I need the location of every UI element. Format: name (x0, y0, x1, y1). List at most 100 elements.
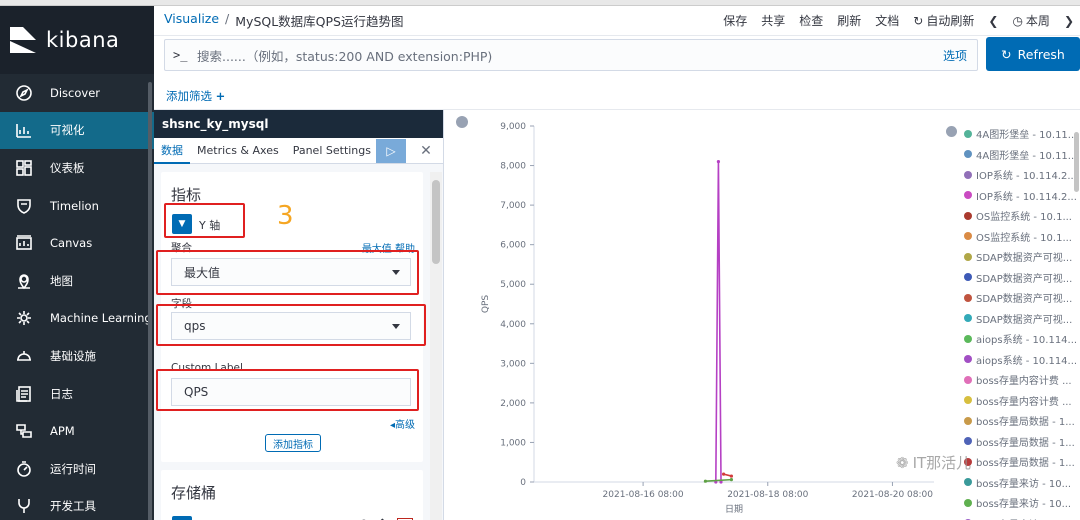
tab-metrics-axes[interactable]: Metrics & Axes (190, 138, 286, 164)
refresh-icon: ↻ (913, 14, 924, 28)
legend-item[interactable]: SDAP数据资产可视... (964, 270, 1080, 285)
advanced-label: 高级 (395, 420, 415, 431)
legend-item[interactable]: boss存量来访 - 10... (964, 475, 1080, 490)
auto-refresh-button[interactable]: ↻ 自动刷新 (913, 12, 974, 29)
legend-item[interactable]: SDAP数据资产可视... (964, 311, 1080, 326)
legend-item[interactable]: 4A图形堡垒 - 10.11... (964, 147, 1080, 162)
sidebar-item-map[interactable]: 地图 (0, 262, 154, 300)
refresh-button[interactable]: ↻ Refresh (986, 37, 1080, 71)
share-button[interactable]: 共享 (761, 12, 785, 29)
legend-item[interactable]: SDAP数据资产可视... (964, 249, 1080, 264)
legend-item[interactable]: boss存量局数据 - 1... (964, 454, 1080, 469)
add-filter-link[interactable]: 添加筛选 + (166, 88, 225, 104)
filter-bar: 添加筛选 + (154, 76, 1080, 110)
legend-item[interactable]: boss存量局数据 - 1... (964, 434, 1080, 449)
legend-item[interactable]: aiops系统 - 10.114... (964, 331, 1080, 346)
legend-label: aiops系统 - 10.114... (976, 355, 1078, 367)
legend-label: boss存量来访 - 10... (976, 516, 1071, 520)
sidebar-scrollbar[interactable] (148, 82, 152, 520)
sidebar-item-devtools[interactable]: 开发工具 (0, 488, 154, 520)
y-tick-label: 0 (520, 478, 526, 488)
kibana-logo-icon (10, 27, 36, 53)
advanced-link[interactable]: ◂高级 (390, 416, 415, 431)
query-options-link[interactable]: 选项 (943, 47, 977, 64)
time-prev-icon[interactable]: ❮ (988, 14, 998, 28)
legend-label: IOP系统 - 10.114.2... (976, 171, 1077, 182)
legend-label: boss存量局数据 - 1... (976, 458, 1075, 469)
legend-item[interactable]: boss存量来访 - 10... (964, 495, 1080, 510)
data-point (716, 160, 721, 164)
search-input[interactable]: >_ 搜索......（例如，status:200 AND extension:… (164, 39, 978, 71)
legend-toggle-icon[interactable] (946, 126, 957, 137)
legend-item[interactable]: OS监控系统 - 10.1... (964, 229, 1080, 244)
discard-changes-button[interactable]: ✕ (416, 141, 436, 161)
tab-data[interactable]: 数据 (154, 138, 190, 164)
apply-changes-button[interactable]: ▷ (376, 139, 406, 163)
legend-item[interactable]: boss存量局数据 - 1... (964, 413, 1080, 428)
sidebar-item-dashboard[interactable]: 仪表板 (0, 149, 154, 187)
dashboard-icon (14, 158, 34, 178)
legend-label: boss存量内容计费 ... (976, 376, 1072, 387)
watermark: ❁ IT那活儿 (896, 452, 971, 473)
save-button[interactable]: 保存 (723, 12, 747, 29)
add-metric-button[interactable]: 添加指标 (265, 434, 321, 452)
legend-item[interactable]: 4A图形堡垒 - 10.11... (964, 126, 1080, 141)
time-picker[interactable]: ◷ 本周 (1012, 12, 1050, 29)
query-bar: >_ 搜索......（例如，status:200 AND extension:… (154, 36, 1080, 76)
legend-item[interactable]: OS监控系统 - 10.1... (964, 208, 1080, 223)
data-point (729, 478, 734, 482)
sidebar-item-ml[interactable]: Machine Learning (0, 300, 154, 338)
refresh-menu-button[interactable]: 刷新 (837, 12, 861, 29)
watermark-text: IT那活儿 (912, 454, 972, 472)
apm-icon (14, 421, 34, 441)
sidebar-item-visualize[interactable]: 可视化 (0, 111, 154, 150)
inspect-button[interactable]: 检查 (799, 12, 823, 29)
legend-label: boss存量来访 - 10... (976, 478, 1072, 490)
legend-color-dot (964, 437, 972, 445)
sidebar-item-uptime[interactable]: 运行时间 (0, 450, 154, 488)
editor-tabs: 数据 Metrics & Axes Panel Settings ▷ ✕ (154, 138, 443, 164)
legend-color-dot (964, 150, 972, 158)
sidebar-item-logs[interactable]: 日志 (0, 375, 154, 413)
x-axis-title: 日期 (725, 504, 743, 515)
sidebar-item-label: 基础设施 (50, 348, 96, 363)
sidebar-item-canvas[interactable]: Canvas (0, 224, 154, 262)
legend-label: SDAP数据资产可视... (976, 273, 1073, 285)
data-point (729, 474, 734, 478)
legend-item[interactable]: boss存量来访 - 10... (964, 516, 1080, 520)
metrics-title: 指标 (171, 186, 202, 204)
legend-color-dot (964, 170, 972, 179)
legend-color-dot (964, 211, 972, 220)
infra-icon (14, 346, 34, 366)
breadcrumb-visualize-link[interactable]: Visualize (164, 11, 219, 30)
y-tick-label: 6,000 (500, 241, 526, 251)
sidebar-item-label: APM (50, 424, 75, 439)
legend-item[interactable]: aiops系统 - 10.114... (964, 352, 1080, 367)
kibana-logo[interactable]: kibana (0, 6, 154, 74)
time-next-icon[interactable]: ❯ (1064, 14, 1074, 28)
wechat-icon: ❁ (896, 453, 909, 472)
editor-scrollbar-thumb[interactable] (432, 180, 440, 264)
bucket-toggle[interactable] (172, 516, 192, 520)
sidebar-item-infra[interactable]: 基础设施 (0, 337, 154, 375)
sidebar-item-timelion[interactable]: Timelion (0, 187, 154, 225)
docs-button[interactable]: 文档 (875, 12, 899, 29)
sidebar-item-apm[interactable]: APM (0, 412, 154, 450)
y-tick-label: 2,000 (500, 399, 526, 409)
sidebar-item-label: 运行时间 (50, 461, 96, 476)
legend-label: 4A图形堡垒 - 10.11... (976, 130, 1078, 141)
legend-item[interactable]: IOP系统 - 10.114.2... (964, 167, 1080, 182)
tab-panel-settings[interactable]: Panel Settings (286, 138, 378, 164)
legend-item[interactable]: boss存量内容计费 ... (964, 393, 1080, 408)
buckets-title: 存储桶 (171, 484, 217, 502)
legend-item[interactable]: boss存量内容计费 ... (964, 372, 1080, 387)
legend-color-dot (964, 416, 972, 425)
sidebar-item-label: Machine Learning (50, 311, 152, 326)
sidebar-item-compass[interactable]: Discover (0, 74, 154, 112)
index-pattern-title: shsnc_ky_mysql (154, 110, 443, 138)
legend-item[interactable]: SDAP数据资产可视... (964, 290, 1080, 305)
y-tick-label: 4,000 (500, 320, 526, 330)
top-menu: 保存 共享 检查 刷新 文档 ↻ 自动刷新 ❮ ◷ 本周 ❯ (723, 12, 1080, 29)
legend-item[interactable]: IOP系统 - 10.114.2... (964, 188, 1080, 203)
legend-scrollbar[interactable] (1074, 132, 1079, 192)
